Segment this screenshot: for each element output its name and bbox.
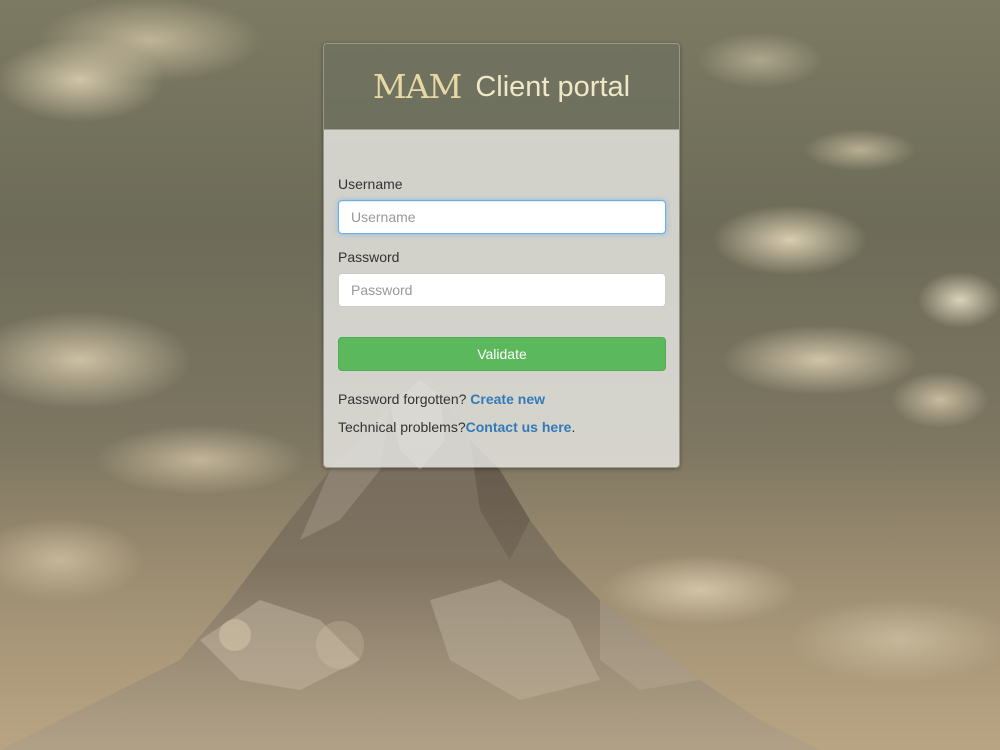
validate-button[interactable]: Validate xyxy=(338,337,666,371)
contact-suffix: . xyxy=(571,419,576,435)
login-form: Username Password Validate Password forg… xyxy=(324,130,679,467)
brand-logo: MAM xyxy=(372,67,462,106)
username-input[interactable] xyxy=(338,200,666,234)
forgot-password-line: Password forgotten? Create new xyxy=(338,391,665,407)
forgot-password-text: Password forgotten? xyxy=(338,391,471,407)
logo-text: MAM xyxy=(372,67,462,106)
password-group: Password xyxy=(338,249,666,307)
username-label: Username xyxy=(338,176,403,192)
username-group: Username xyxy=(338,176,666,234)
technical-problems-text: Technical problems? xyxy=(338,419,466,435)
password-label: Password xyxy=(338,249,400,265)
password-input[interactable] xyxy=(338,273,666,307)
login-panel: MAM Client portal Username Password Vali… xyxy=(323,43,680,468)
page-title: Client portal xyxy=(475,71,631,103)
contact-us-link[interactable]: Contact us here xyxy=(466,419,572,435)
create-new-link[interactable]: Create new xyxy=(470,391,545,407)
technical-problems-line: Technical problems?Contact us here. xyxy=(338,419,665,435)
panel-header: MAM Client portal xyxy=(324,44,679,130)
